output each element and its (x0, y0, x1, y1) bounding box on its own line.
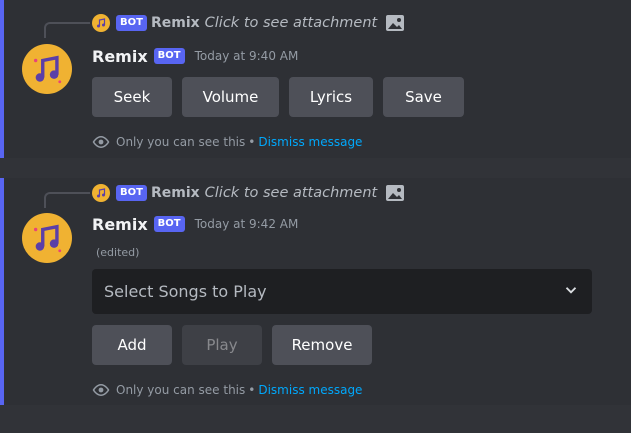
message-header: Remix BOT Today at 9:40 AM (92, 44, 298, 68)
reply-author[interactable]: Remix (151, 185, 200, 201)
separator: • (248, 383, 256, 397)
eye-icon (92, 383, 110, 397)
username[interactable]: Remix (92, 47, 148, 66)
edited-label: (edited) (96, 246, 140, 259)
timestamp: Today at 9:42 AM (194, 217, 299, 231)
reply-avatar[interactable] (92, 184, 110, 202)
ephemeral-text: Only you can see this (116, 135, 246, 149)
ephemeral-text: Only you can see this (116, 383, 246, 397)
music-note-icon (33, 224, 62, 253)
save-button[interactable]: Save (383, 77, 464, 117)
ephemeral-notice: Only you can see this • Dismiss message (92, 133, 362, 151)
reply-preview[interactable]: BOT Remix Click to see attachment (92, 183, 405, 203)
music-note-icon (97, 188, 106, 198)
song-select-dropdown[interactable]: Select Songs to Play (92, 269, 592, 314)
add-button[interactable]: Add (92, 325, 172, 365)
username[interactable]: Remix (92, 215, 148, 234)
volume-button[interactable]: Volume (182, 77, 279, 117)
message-header: Remix BOT Today at 9:42 AM (92, 212, 298, 236)
ephemeral-accent-bar (0, 0, 4, 158)
dismiss-message-link[interactable]: Dismiss message (258, 135, 362, 149)
eye-icon (92, 135, 110, 149)
dismiss-message-link[interactable]: Dismiss message (258, 383, 362, 397)
music-note-icon (33, 55, 62, 84)
image-icon (385, 13, 405, 33)
seek-button[interactable]: Seek (92, 77, 172, 117)
reply-author[interactable]: Remix (151, 15, 200, 31)
bot-tag: BOT (116, 185, 147, 201)
reply-avatar[interactable] (92, 14, 110, 32)
ephemeral-accent-bar (0, 178, 4, 405)
ephemeral-notice: Only you can see this • Dismiss message (92, 381, 362, 399)
avatar[interactable] (22, 213, 72, 263)
reply-text[interactable]: Click to see attachment (205, 15, 378, 31)
bot-tag: BOT (116, 15, 147, 31)
remove-button[interactable]: Remove (272, 325, 372, 365)
bot-tag: BOT (153, 48, 185, 64)
reply-text[interactable]: Click to see attachment (205, 185, 378, 201)
image-icon (385, 183, 405, 203)
lyrics-button[interactable]: Lyrics (289, 77, 373, 117)
reply-connector (44, 192, 90, 208)
music-note-icon (97, 18, 106, 28)
play-button[interactable]: Play (182, 325, 262, 365)
reply-connector (44, 22, 90, 38)
reply-preview[interactable]: BOT Remix Click to see attachment (92, 13, 405, 33)
message-2: BOT Remix Click to see attachment Remix … (0, 178, 631, 405)
chevron-down-icon (562, 281, 580, 303)
avatar[interactable] (22, 44, 72, 94)
separator: • (248, 135, 256, 149)
message-1: BOT Remix Click to see attachment Remix … (0, 0, 631, 158)
select-placeholder: Select Songs to Play (104, 282, 267, 301)
timestamp: Today at 9:40 AM (194, 49, 299, 63)
bot-tag: BOT (153, 216, 185, 232)
